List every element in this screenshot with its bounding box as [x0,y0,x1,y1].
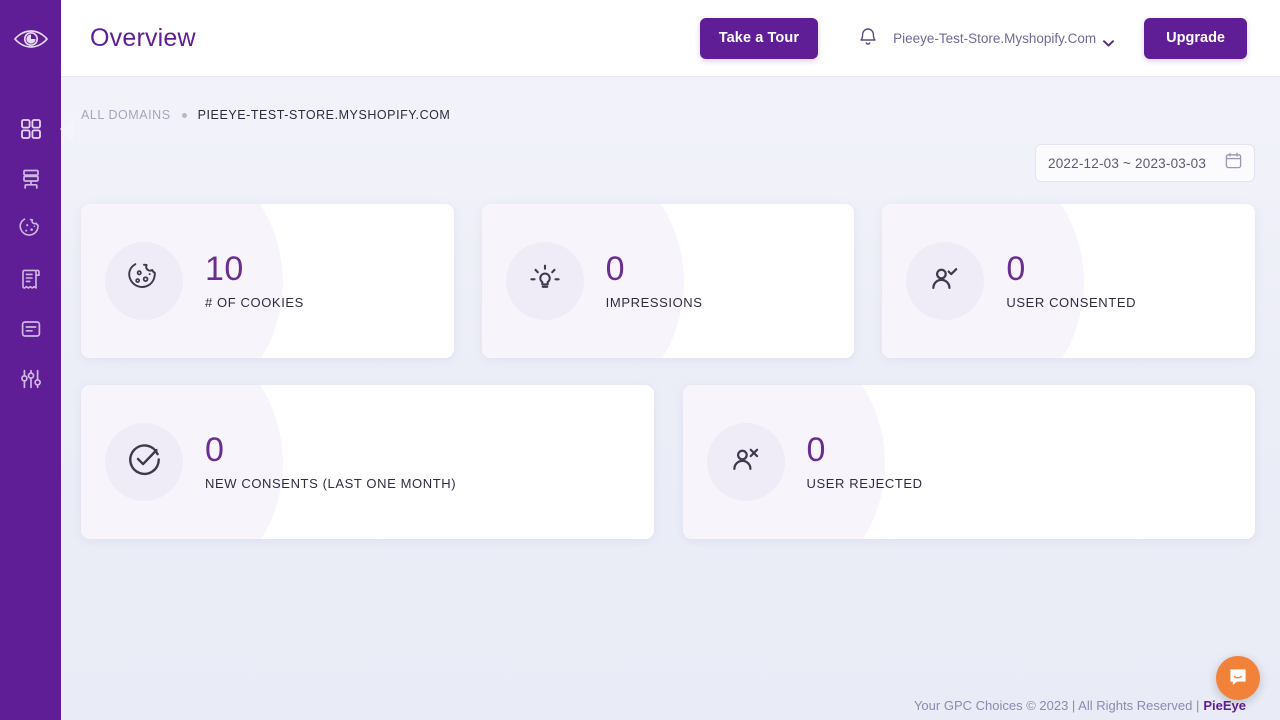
date-range-picker[interactable]: 2022-12-03 ~ 2023-03-03 [1035,144,1255,182]
stat-value: 0 [1006,252,1136,288]
take-a-tour-button[interactable]: Take a Tour [700,18,818,59]
breadcrumb-all-domains[interactable]: ALL DOMAINS [81,108,171,122]
breadcrumb-current-domain: PIEEYE-TEST-STORE.MYSHOPIFY.COM [198,108,451,122]
stat-text: 0 USER REJECTED [807,433,923,492]
sidebar-item-domains[interactable] [0,154,61,204]
stat-value: 0 [807,433,923,469]
sidebar-item-settings[interactable] [0,354,61,404]
main-content: ALL DOMAINS PIEEYE-TEST-STORE.MYSHOPIFY.… [61,77,1280,720]
sidebar [0,0,61,720]
chevron-down-icon [1103,35,1114,42]
app-root: Overview Take a Tour Pieeye-Test-Store.M… [0,0,1280,720]
header-actions: Take a Tour Pieeye-Test-Store.Myshopify.… [700,18,1247,59]
store-selector[interactable]: Pieeye-Test-Store.Myshopify.Com [893,31,1114,46]
stat-icon-wrapper [105,423,183,501]
dot-separator-icon [182,113,187,118]
lightbulb-icon [528,262,562,301]
scroll-document-icon [19,267,43,291]
stat-card-cookies[interactable]: 10 # OF COOKIES [81,204,454,358]
stat-icon-wrapper [105,242,183,320]
stat-text: 0 IMPRESSIONS [606,252,703,311]
stats-row-1: 10 # OF COOKIES 0 [81,204,1255,358]
stat-value: 10 [205,252,304,288]
cookie-icon [126,261,162,302]
stat-text: 0 USER CONSENTED [1006,252,1136,311]
stat-text: 10 # OF COOKIES [205,252,304,311]
check-circle-icon [126,441,163,483]
grid-dashboard-icon [19,117,43,141]
breadcrumb: ALL DOMAINS PIEEYE-TEST-STORE.MYSHOPIFY.… [81,108,1280,122]
sidebar-item-dashboard[interactable] [0,104,61,154]
stat-label: USER REJECTED [807,476,923,491]
sliders-settings-icon [19,367,43,391]
user-x-icon [728,442,764,483]
cookie-icon [18,217,43,242]
store-name-label: Pieeye-Test-Store.Myshopify.Com [893,31,1096,46]
stats-row-2: 0 NEW CONSENTS (LAST ONE MONTH) [81,385,1255,539]
stat-text: 0 NEW CONSENTS (LAST ONE MONTH) [205,433,456,492]
chat-bubble-smile-icon [1227,666,1249,691]
stat-icon-wrapper [506,242,584,320]
calendar-icon [1225,152,1242,174]
sidebar-item-cookies[interactable] [0,204,61,254]
eye-icon [13,27,49,51]
sidebar-item-policies[interactable] [0,254,61,304]
file-text-icon [19,317,43,341]
footer: Your GPC Choices © 2023 | All Rights Res… [61,690,1280,720]
page-title: Overview [90,24,196,53]
stat-value: 0 [205,433,456,469]
notification-bell-button[interactable] [856,26,880,50]
date-range-value: 2022-12-03 ~ 2023-03-03 [1048,156,1206,171]
stat-card-user-rejected[interactable]: 0 USER REJECTED [683,385,1256,539]
upgrade-button[interactable]: Upgrade [1144,18,1247,59]
sidebar-item-reports[interactable] [0,304,61,354]
stat-card-user-consented[interactable]: 0 USER CONSENTED [882,204,1255,358]
stat-icon-wrapper [906,242,984,320]
stat-label: IMPRESSIONS [606,295,703,310]
footer-text: Your GPC Choices © 2023 | All Rights Res… [914,698,1199,713]
user-check-icon [927,261,963,302]
stat-label: NEW CONSENTS (LAST ONE MONTH) [205,476,456,491]
notification-bell-icon [858,26,878,50]
date-picker-row: 2022-12-03 ~ 2023-03-03 [61,144,1255,182]
sidebar-nav [0,104,61,404]
top-header: Overview Take a Tour Pieeye-Test-Store.M… [61,0,1280,77]
stat-card-impressions[interactable]: 0 IMPRESSIONS [482,204,855,358]
stat-label: # OF COOKIES [205,295,304,310]
server-domains-icon [19,167,43,191]
stat-icon-wrapper [707,423,785,501]
stat-card-new-consents[interactable]: 0 NEW CONSENTS (LAST ONE MONTH) [81,385,654,539]
chat-widget-button[interactable] [1216,656,1260,700]
app-logo[interactable] [0,0,61,78]
stat-label: USER CONSENTED [1006,295,1136,310]
stat-value: 0 [606,252,703,288]
